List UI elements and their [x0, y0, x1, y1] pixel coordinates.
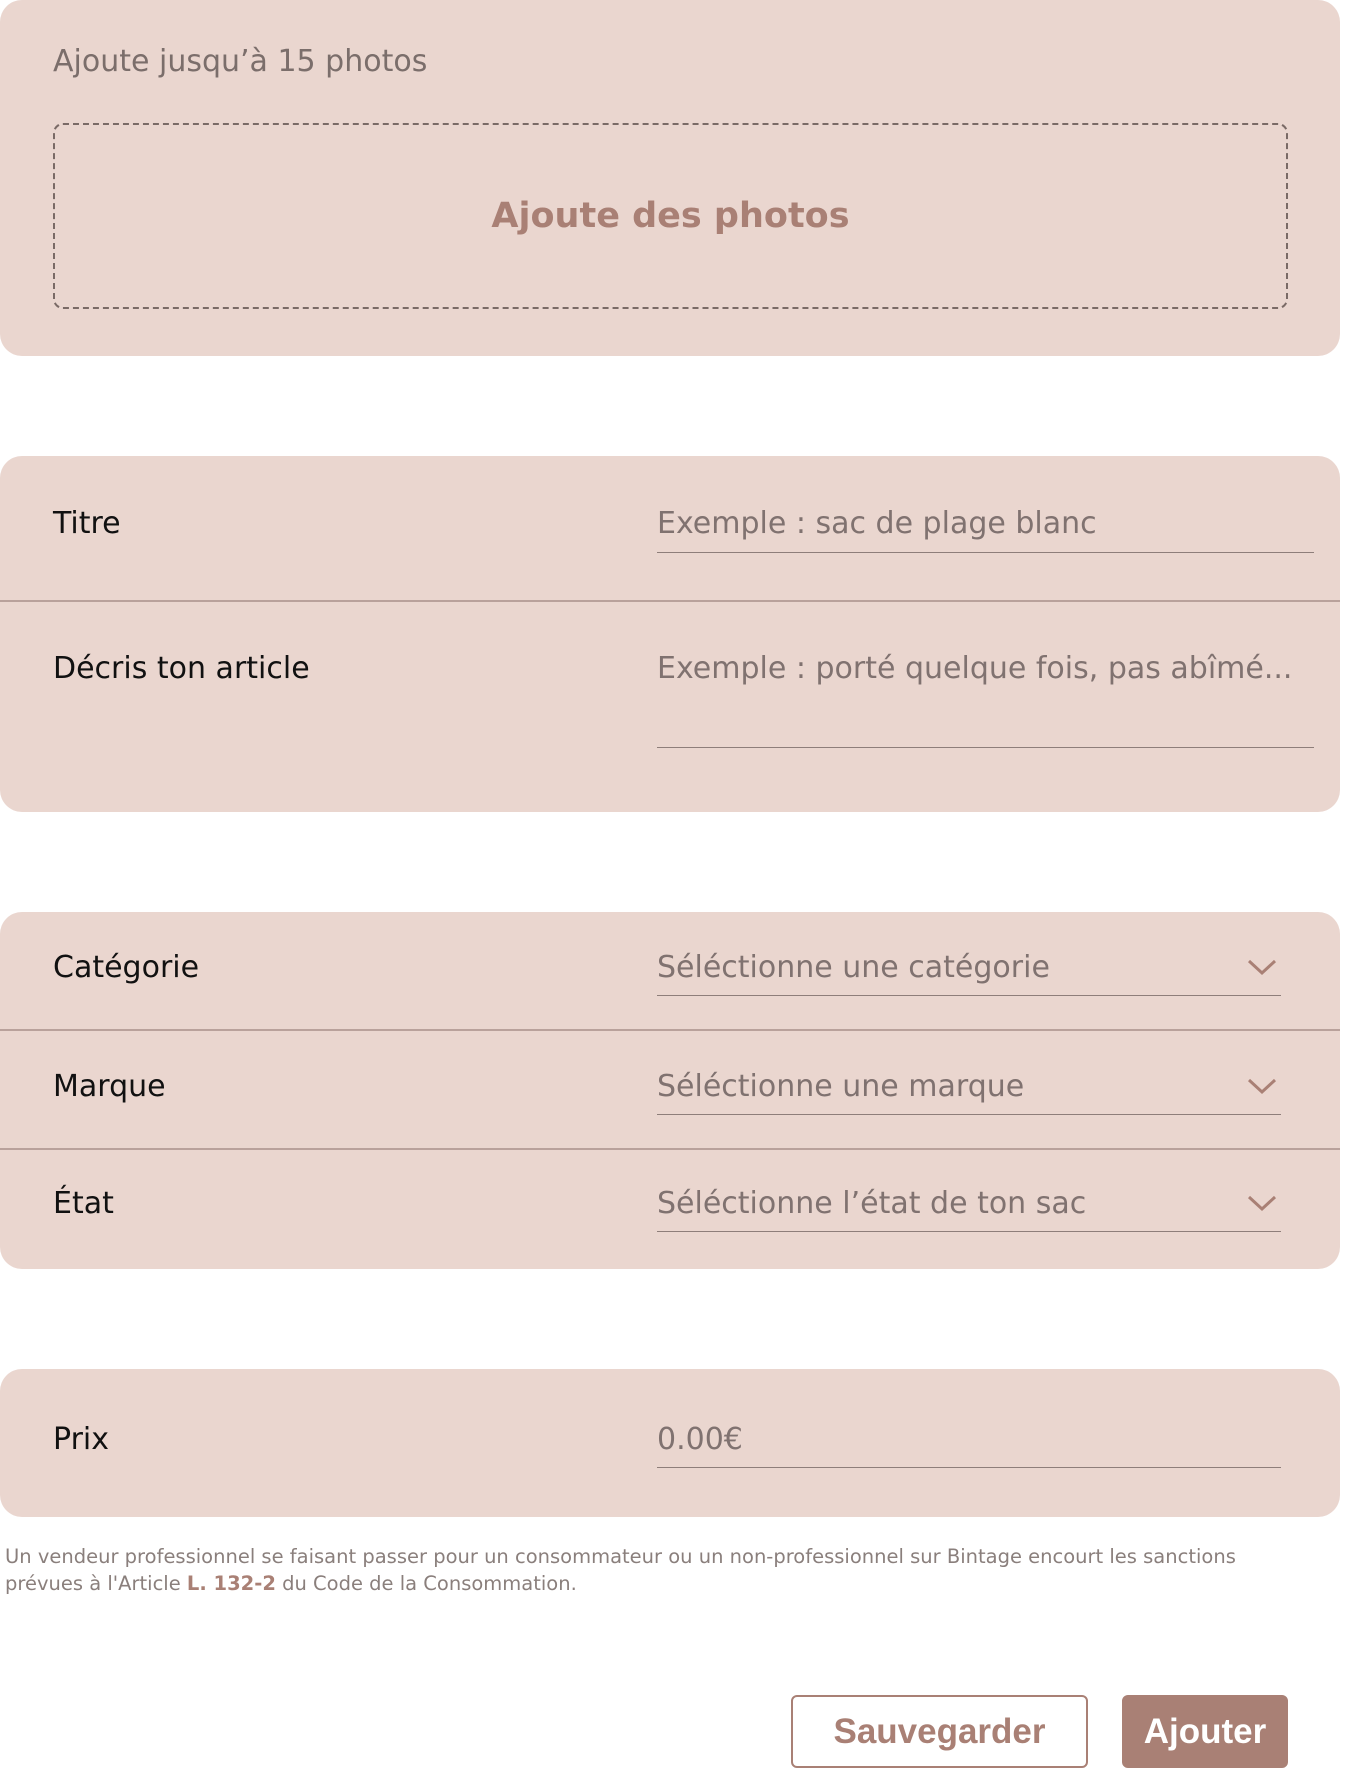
condition-row: État Séléctionne l’état de ton sac	[0, 1150, 1340, 1269]
description-label: Décris ton article	[53, 651, 310, 686]
category-row: Catégorie Séléctionne une catégorie	[0, 912, 1340, 1031]
photos-hint: Ajoute jusqu’à 15 photos	[53, 44, 428, 79]
price-input[interactable]: 0.00€	[657, 1422, 1281, 1468]
brand-label: Marque	[53, 1069, 166, 1104]
price-card: Prix 0.00€	[0, 1369, 1340, 1517]
legal-notice: Un vendeur professionnel se faisant pass…	[5, 1543, 1305, 1597]
condition-placeholder: Séléctionne l’état de ton sac	[657, 1186, 1087, 1221]
condition-label: État	[53, 1186, 114, 1221]
legal-text-after: du Code de la Consommation.	[275, 1572, 577, 1595]
title-input[interactable]: Exemple : sac de plage blanc	[657, 506, 1314, 553]
title-row: Titre Exemple : sac de plage blanc	[0, 456, 1340, 602]
legal-article-link[interactable]: L. 132-2	[187, 1572, 276, 1595]
title-label: Titre	[53, 506, 121, 541]
save-button[interactable]: Sauvegarder	[791, 1695, 1088, 1768]
article-details-card: Titre Exemple : sac de plage blanc Décri…	[0, 456, 1340, 812]
description-row: Décris ton article Exemple : porté quelq…	[0, 602, 1340, 812]
description-textarea[interactable]: Exemple : porté quelque fois, pas abîmé.…	[657, 651, 1314, 748]
brand-select[interactable]: Séléctionne une marque	[657, 1069, 1281, 1115]
chevron-down-icon	[1247, 1078, 1277, 1095]
title-placeholder: Exemple : sac de plage blanc	[657, 506, 1097, 541]
category-label: Catégorie	[53, 950, 200, 985]
price-placeholder: 0.00€	[657, 1422, 743, 1457]
condition-select[interactable]: Séléctionne l’état de ton sac	[657, 1186, 1281, 1232]
category-select[interactable]: Séléctionne une catégorie	[657, 950, 1281, 996]
category-placeholder: Séléctionne une catégorie	[657, 950, 1050, 985]
chevron-down-icon	[1247, 1195, 1277, 1212]
add-button[interactable]: Ajouter	[1122, 1695, 1288, 1768]
photos-card: Ajoute jusqu’à 15 photos Ajoute des phot…	[0, 0, 1340, 356]
add-photos-label: Ajoute des photos	[491, 196, 850, 236]
brand-row: Marque Séléctionne une marque	[0, 1031, 1340, 1150]
price-label: Prix	[53, 1422, 109, 1457]
attributes-card: Catégorie Séléctionne une catégorie Marq…	[0, 912, 1340, 1269]
description-placeholder: Exemple : porté quelque fois, pas abîmé.…	[657, 651, 1293, 686]
brand-placeholder: Séléctionne une marque	[657, 1069, 1025, 1104]
photo-dropzone[interactable]: Ajoute des photos	[53, 123, 1288, 309]
chevron-down-icon	[1247, 959, 1277, 976]
